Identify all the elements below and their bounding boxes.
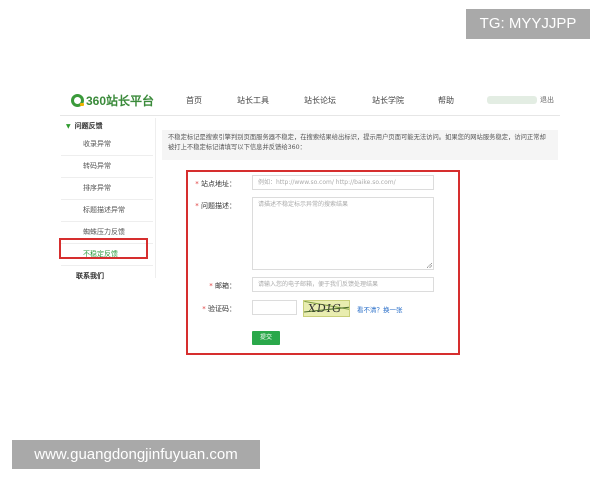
captcha-refresh-link[interactable]: 看不清？换一张 xyxy=(357,304,403,314)
site-url-input[interactable]: 例如：http://www.so.com/ http://baike.so.co… xyxy=(252,175,434,190)
description-placeholder: 请描述不稳定标示异常的搜索结果 xyxy=(258,201,349,208)
email-input[interactable]: 请输入您的电子邮箱，便于我们反馈处理结果 xyxy=(252,277,434,292)
sidebar-item-contact[interactable]: 联系我们 xyxy=(61,266,153,287)
logo[interactable]: 360站长平台 xyxy=(71,91,154,109)
logout-link[interactable]: 退出 xyxy=(540,95,554,105)
watermark-bottom: www.guangdongjinfuyuan.com xyxy=(12,440,260,469)
sidebar-section-title: 问题反馈 xyxy=(74,122,103,130)
captcha-image[interactable]: XDIG xyxy=(303,300,350,317)
nav-tools[interactable]: 站长工具 xyxy=(237,95,269,106)
username-blurred xyxy=(487,96,537,104)
sidebar-item-ranking-error[interactable]: 排序异常 xyxy=(61,178,153,200)
logo-text: 360站长平台 xyxy=(86,93,155,108)
nav-help[interactable]: 帮助 xyxy=(438,95,454,106)
sidebar-divider xyxy=(155,118,156,278)
highlight-box-sidebar xyxy=(59,238,148,259)
sidebar-section-feedback[interactable]: ▼ 问题反馈 xyxy=(61,118,153,134)
nav-home[interactable]: 首页 xyxy=(186,95,202,106)
watermark-top: TG: MYYJJPP xyxy=(466,9,590,39)
sidebar: ▼ 问题反馈 收录异常 转码异常 排序异常 标题描述异常 蜘蛛压力反馈 不稳定反馈… xyxy=(61,118,153,287)
email-label: * 邮箱： xyxy=(209,282,236,290)
captcha-label: * 验证码： xyxy=(202,305,236,313)
sidebar-item-index-error[interactable]: 收录异常 xyxy=(61,134,153,156)
header-divider xyxy=(60,115,560,116)
description-textarea[interactable]: 请描述不稳定标示异常的搜索结果 xyxy=(252,197,434,270)
sidebar-item-title-desc-error[interactable]: 标题描述异常 xyxy=(61,200,153,222)
captcha-input[interactable] xyxy=(252,300,297,315)
site-label: * 站点地址： xyxy=(195,180,236,188)
resize-handle-icon[interactable] xyxy=(427,263,432,268)
caret-down-icon: ▼ xyxy=(66,123,71,130)
sidebar-item-transcode-error[interactable]: 转码异常 xyxy=(61,156,153,178)
description-label: * 问题描述： xyxy=(195,202,236,210)
nav-forum[interactable]: 站长论坛 xyxy=(304,95,336,106)
notice-text: 不稳定标记是搜索引擎判别页面服务器不稳定，在搜索结果给出标识，提示用户页面可能无… xyxy=(162,130,558,160)
logo-icon xyxy=(71,93,84,107)
submit-button[interactable]: 提交 xyxy=(252,331,280,345)
nav-academy[interactable]: 站长学院 xyxy=(372,95,404,106)
